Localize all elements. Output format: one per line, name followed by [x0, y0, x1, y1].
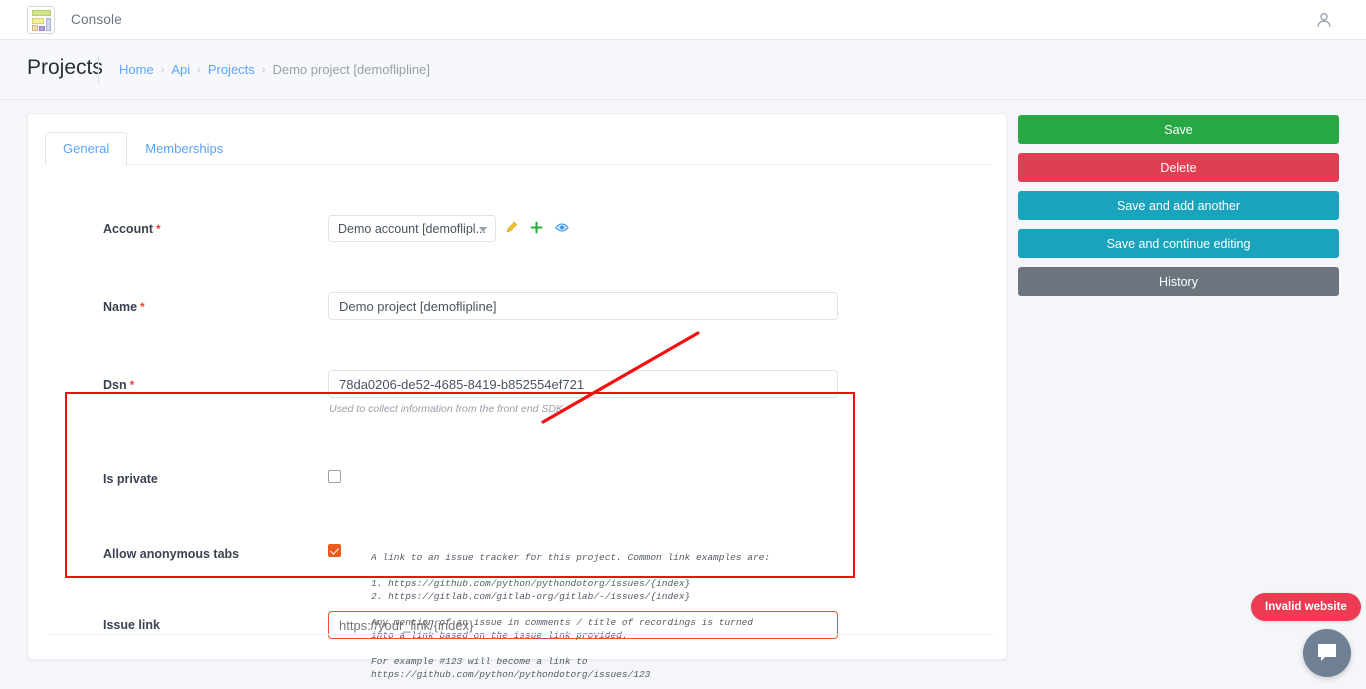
save-and-add-another-button[interactable]: Save and add another — [1018, 191, 1339, 220]
is-private-checkbox[interactable] — [328, 470, 341, 483]
page-title: Projects — [27, 56, 103, 79]
logo-block-2 — [32, 18, 44, 24]
delete-button[interactable]: Delete — [1018, 153, 1339, 182]
breadcrumb: Home › Api › Projects › Demo project [de… — [119, 62, 430, 77]
brand-title: Console — [71, 12, 122, 27]
logo-block-3 — [46, 18, 51, 31]
header-divider — [98, 56, 99, 84]
form-row-is-private: Is private — [28, 332, 1008, 486]
form-row-name: Name * — [28, 254, 1008, 320]
tab-bar: General Memberships — [45, 132, 241, 166]
logo-block-1 — [32, 10, 51, 16]
tab-memberships[interactable]: Memberships — [127, 132, 241, 166]
form-row-allow-anonymous-tabs: Allow anonymous tabs — [28, 371, 1008, 561]
issue-link-help-text: A link to an issue tracker for this proj… — [371, 552, 771, 680]
chat-bubble-icon[interactable] — [1303, 629, 1351, 677]
logo-block-4 — [32, 25, 38, 31]
required-marker: * — [156, 222, 161, 236]
breadcrumb-item-projects[interactable]: Projects — [208, 62, 255, 77]
project-form-card: General Memberships Account * Demo accoun… — [27, 113, 1008, 680]
label-account: Account * — [103, 222, 161, 236]
breadcrumb-item-api[interactable]: Api — [171, 62, 190, 77]
user-account-icon[interactable] — [1315, 11, 1333, 29]
console-dashboard-icon[interactable] — [27, 6, 55, 34]
action-button-panel: Save Delete Save and add another Save an… — [1018, 115, 1339, 305]
allow-anonymous-tabs-checkbox[interactable] — [328, 544, 341, 557]
invalid-website-badge[interactable]: Invalid website — [1251, 593, 1361, 621]
account-select[interactable]: Demo account [demoflipl... — [328, 215, 496, 242]
tab-general[interactable]: General — [45, 132, 128, 166]
logo-block-5 — [39, 26, 45, 31]
account-select-value: Demo account [demoflipl... — [338, 221, 486, 236]
form-row-dsn: Dsn* Used to collect information from th… — [28, 293, 1008, 415]
page-header: Projects Home › Api › Projects › Demo pr… — [0, 40, 1366, 100]
breadcrumb-chevron-icon: › — [197, 63, 201, 76]
label-is-private: Is private — [103, 472, 158, 486]
edit-pencil-icon[interactable] — [505, 221, 518, 239]
breadcrumb-chevron-icon: › — [160, 63, 165, 76]
save-button[interactable]: Save — [1018, 115, 1339, 144]
project-form: Account * Demo account [demoflipl... Nam… — [28, 176, 1008, 639]
view-eye-icon[interactable] — [555, 221, 569, 239]
form-row-issue-link: Issue link — [28, 410, 1008, 639]
breadcrumb-item-home[interactable]: Home — [119, 62, 154, 77]
save-and-continue-editing-button[interactable]: Save and continue editing — [1018, 229, 1339, 258]
breadcrumb-chevron-icon: › — [261, 63, 266, 76]
breadcrumb-item-current: Demo project [demoflipline] — [272, 62, 430, 77]
history-button[interactable]: History — [1018, 267, 1339, 296]
label-allow-anonymous-tabs: Allow anonymous tabs — [103, 547, 240, 561]
add-plus-icon[interactable] — [530, 221, 543, 239]
label-issue-link: Issue link — [103, 618, 160, 632]
tab-bar-rule — [45, 164, 991, 165]
chevron-down-icon — [479, 227, 487, 232]
top-navigation-bar: Console — [0, 0, 1366, 40]
account-action-icons — [505, 221, 569, 239]
form-row-account: Account * Demo account [demoflipl... — [28, 215, 1008, 254]
card-footer-divider — [48, 634, 994, 635]
